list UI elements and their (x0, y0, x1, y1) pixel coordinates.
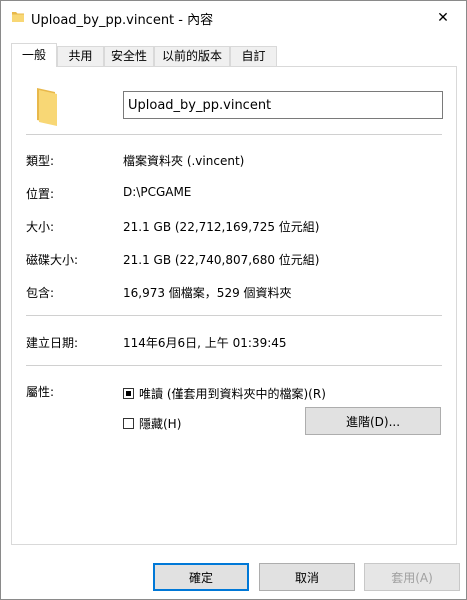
tab-label: 自訂 (241, 49, 266, 63)
advanced-button-label: 進階(D)... (345, 414, 401, 429)
type-label: 類型: (26, 154, 55, 168)
apply-button[interactable]: 套用(A) (364, 563, 460, 591)
contains-label: 包含: (26, 286, 55, 300)
tab-security[interactable]: 安全性 (104, 46, 154, 66)
cancel-button-label: 取消 (294, 570, 319, 585)
size-label: 大小: (26, 220, 55, 234)
created-label: 建立日期: (26, 336, 79, 350)
tab-sharing[interactable]: 共用 (57, 46, 104, 66)
tab-customize[interactable]: 自訂 (230, 46, 277, 66)
size-on-disk-label: 磁碟大小: (26, 253, 79, 267)
apply-button-label: 套用(A) (391, 570, 433, 585)
separator (26, 134, 442, 135)
separator (26, 365, 442, 366)
tab-general[interactable]: 一般 (11, 43, 57, 67)
title-bar[interactable]: Upload_by_pp.vincent - 內容 ✕ (1, 1, 466, 34)
folder-icon (35, 86, 59, 129)
checkbox-indeterminate-icon (123, 388, 134, 399)
tab-label: 一般 (21, 48, 46, 62)
created-value: 114年6月6日, 上午 01:39:45 (123, 336, 287, 350)
size-on-disk-value: 21.1 GB (22,740,807,680 位元組) (123, 253, 320, 267)
folder-icon (11, 10, 25, 27)
cancel-button[interactable]: 取消 (259, 563, 355, 591)
tab-label: 以前的版本 (161, 49, 222, 63)
tab-label: 共用 (68, 49, 93, 63)
ok-button-label: 確定 (188, 570, 213, 585)
close-icon: ✕ (437, 9, 449, 26)
checkbox-unchecked-icon (123, 418, 134, 429)
tab-previous-versions[interactable]: 以前的版本 (154, 46, 230, 66)
location-label: 位置: (26, 187, 55, 201)
contains-value: 16,973 個檔案，529 個資料夾 (123, 286, 292, 300)
folder-name-input[interactable] (123, 91, 443, 119)
ok-button[interactable]: 確定 (153, 563, 249, 591)
separator (26, 315, 442, 316)
attributes-label: 屬性: (26, 385, 55, 399)
hidden-checkbox[interactable]: 隱藏(H) (123, 415, 181, 432)
tab-label: 安全性 (110, 49, 147, 63)
size-value: 21.1 GB (22,712,169,725 位元組) (123, 220, 320, 234)
close-button[interactable]: ✕ (420, 1, 466, 34)
advanced-button[interactable]: 進階(D)... (305, 407, 441, 435)
window-title: Upload_by_pp.vincent - 內容 (31, 13, 214, 28)
general-panel (11, 66, 457, 545)
hidden-label: 隱藏(H) (139, 417, 182, 431)
readonly-label: 唯讀 (僅套用到資料夾中的檔案)(R) (139, 387, 326, 401)
location-value: D:\PCGAME (123, 185, 192, 199)
properties-window: Upload_by_pp.vincent - 內容 ✕ 一般 共用 安全性 以前… (0, 0, 467, 600)
type-value: 檔案資料夾 (.vincent) (123, 154, 245, 168)
readonly-checkbox[interactable]: 唯讀 (僅套用到資料夾中的檔案)(R) (123, 385, 326, 402)
